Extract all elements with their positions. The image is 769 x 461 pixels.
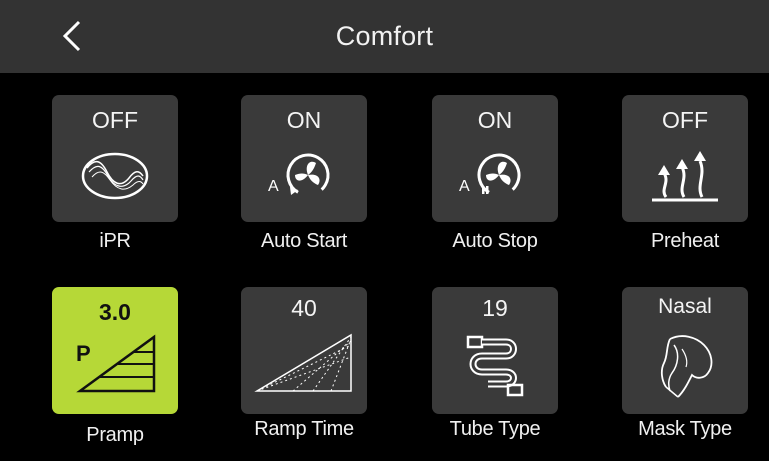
auto-stop-label: Auto Stop [452,230,538,252]
tube-type-label: Tube Type [449,418,541,440]
preheat-label: Preheat [651,230,719,252]
pramp-icon-letter: P [76,341,91,366]
auto-letter: A [459,178,470,195]
page-title: Comfort [335,21,434,51]
pramp-tile[interactable]: 3.0 P [52,287,178,414]
ramp-time-value: 40 [291,295,317,321]
preheat-icon [652,151,718,202]
pramp-value: 3.0 [99,299,131,325]
auto-stop-value: ON [477,107,513,133]
auto-letter: A [268,178,279,195]
mask-type-icon [660,335,713,398]
auto-start-tile[interactable]: ON A [241,95,367,222]
tube-type-tile[interactable]: 19 [432,287,558,414]
preheat-value: OFF [662,107,708,133]
auto-stop-icon: A [459,153,521,197]
auto-start-value: ON [286,107,322,133]
ramp-time-label: Ramp Time [254,418,354,440]
ramp-time-tile[interactable]: 40 [241,287,367,414]
ipr-icon [81,152,149,200]
tube-type-icon [466,335,524,397]
ipr-value: OFF [92,107,138,133]
auto-start-icon: A [268,153,330,197]
auto-stop-tile[interactable]: ON A [432,95,558,222]
header-bar: Comfort [0,0,769,73]
pramp-icon: P [76,334,156,393]
auto-start-label: Auto Start [261,230,347,252]
preheat-tile[interactable]: OFF [622,95,748,222]
tube-type-value: 19 [482,295,508,321]
ipr-tile[interactable]: OFF [52,95,178,222]
mask-type-label: Mask Type [638,418,732,440]
mask-type-tile[interactable]: Nasal [622,287,748,414]
ipr-label: iPR [99,230,131,252]
pramp-label: Pramp [86,424,144,446]
mask-type-value: Nasal [658,295,712,318]
ramp-time-icon [254,333,352,392]
